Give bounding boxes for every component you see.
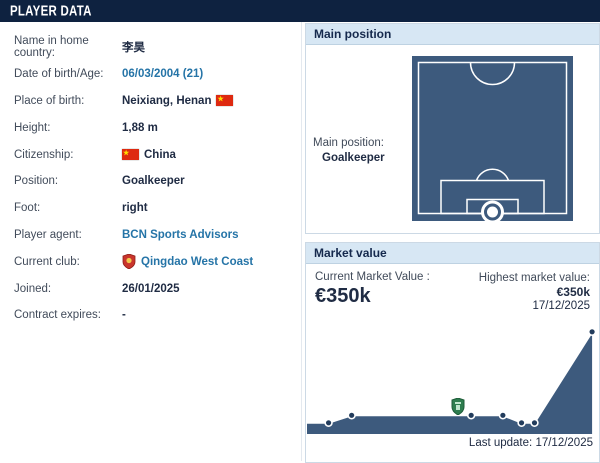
topbar: PLAYER DATA <box>0 0 600 22</box>
field-label: Place of birth: <box>14 94 85 107</box>
value-link[interactable]: 06/03/2004 (21) <box>122 68 203 80</box>
field-value: - <box>122 309 126 321</box>
value-text: China <box>144 148 176 161</box>
field-value: China <box>122 148 176 161</box>
field-label: Height: <box>14 121 51 134</box>
china-flag-icon <box>122 148 139 161</box>
main-position-box: Main position Main position: Goalkeeper <box>305 23 600 234</box>
highest-market-value-label: Highest market value: <box>478 272 590 284</box>
club-crest-marker-icon <box>451 397 465 416</box>
main-position-header: Main position <box>306 24 599 45</box>
field-label: Citizenship: <box>14 148 74 161</box>
chart-data-point[interactable] <box>498 411 508 420</box>
current-market-value-block: Current Market Value : €350k <box>315 271 430 313</box>
main-position-label: Main position: <box>313 137 384 149</box>
field-label: Foot: <box>14 202 41 215</box>
field-value: right <box>122 202 148 214</box>
field-label: Position: <box>14 175 59 188</box>
player-rows: Name in home country: 李昊 Date of birth/Age… <box>0 34 301 329</box>
field-value: Neixiang, Henan <box>122 94 234 107</box>
pitch-svg <box>412 56 573 224</box>
market-value-chart-wrap <box>307 322 595 434</box>
field-label: Date of birth/Age: <box>14 68 104 81</box>
current-market-value: €350k <box>315 285 371 307</box>
field-label: Joined: <box>14 282 52 295</box>
field-label: Contract expires: <box>14 309 101 322</box>
field-value: 1,88 m <box>122 122 158 134</box>
player-data-row: Position: Goalkeeper <box>0 168 301 195</box>
value-text: Goalkeeper <box>122 175 185 188</box>
current-market-value-label: Current Market Value : <box>315 271 430 283</box>
chart-data-point[interactable] <box>530 418 539 428</box>
main-position-value: Goalkeeper <box>322 152 385 164</box>
chart-data-point[interactable] <box>517 418 526 428</box>
value-link[interactable]: Qingdao West Coast <box>141 256 253 268</box>
player-data-row: Current club: Qingdao West Coast <box>0 248 301 275</box>
field-value: 李昊 <box>122 39 145 55</box>
chart-data-point[interactable] <box>466 411 476 420</box>
player-data-row: Player agent: BCN Sports Advisors <box>0 222 301 249</box>
market-value-header: Market value <box>306 243 599 264</box>
china-flag-icon <box>216 94 234 107</box>
goalkeeper-position-marker <box>481 200 504 224</box>
player-data-row: Date of birth/Age: 06/03/2004 (21) <box>0 61 301 88</box>
club-crest-icon <box>122 253 136 270</box>
field-value: BCN Sports Advisors <box>122 229 239 241</box>
chart-data-point[interactable] <box>587 327 595 336</box>
highest-market-value: €350k <box>556 285 590 299</box>
market-value-chart[interactable] <box>307 322 595 434</box>
player-data-row: Citizenship: China <box>0 141 301 168</box>
value-text: 1,88 m <box>122 121 158 134</box>
player-data-panel: Name in home country: 李昊 Date of birth/Age… <box>0 22 302 461</box>
field-label: Player agent: <box>14 228 82 241</box>
chart-data-point[interactable] <box>347 411 356 420</box>
main-position-label-block: Main position: Goalkeeper <box>313 137 385 164</box>
player-data-row: Name in home country: 李昊 <box>0 34 301 61</box>
player-data-row: Contract expires: - <box>0 302 301 329</box>
last-update-label: Last update: <box>468 437 533 449</box>
field-label: Current club: <box>14 255 80 268</box>
market-value-summary: Current Market Value : €350k Highest mar… <box>306 264 599 313</box>
player-data-row: Place of birth: Neixiang, Henan <box>0 88 301 115</box>
player-data-row: Height: 1,88 m <box>0 114 301 141</box>
field-value: 26/01/2025 <box>122 283 180 295</box>
value-text: right <box>122 202 148 215</box>
field-value: Goalkeeper <box>122 175 185 187</box>
highest-market-value-block: Highest market value: €350k 17/12/2025 <box>479 271 590 313</box>
chart-data-point[interactable] <box>324 418 333 428</box>
value-link[interactable]: BCN Sports Advisors <box>122 229 239 241</box>
right-column: Main position Main position: Goalkeeper <box>305 23 600 463</box>
last-update-date: 17/12/2025 <box>535 437 593 449</box>
player-data-row: Joined: 26/01/2025 <box>0 275 301 302</box>
pitch-graphic <box>412 56 573 224</box>
field-label: Name in home country: <box>14 35 89 60</box>
player-data-row: Foot: right <box>0 195 301 222</box>
market-value-box: Market value Current Market Value : €350… <box>305 242 600 463</box>
main-position-body: Main position: Goalkeeper <box>306 45 599 233</box>
field-value: 06/03/2004 (21) <box>122 68 203 80</box>
value-text: - <box>122 309 126 322</box>
value-text: 李昊 <box>122 42 145 55</box>
value-text: 26/01/2025 <box>122 282 180 295</box>
field-value: Qingdao West Coast <box>122 253 253 270</box>
highest-market-value-date: 17/12/2025 <box>532 300 590 312</box>
page-title: PLAYER DATA <box>10 2 92 19</box>
value-text: Neixiang, Henan <box>122 94 212 107</box>
last-update: Last update: 17/12/2025 <box>306 437 599 449</box>
